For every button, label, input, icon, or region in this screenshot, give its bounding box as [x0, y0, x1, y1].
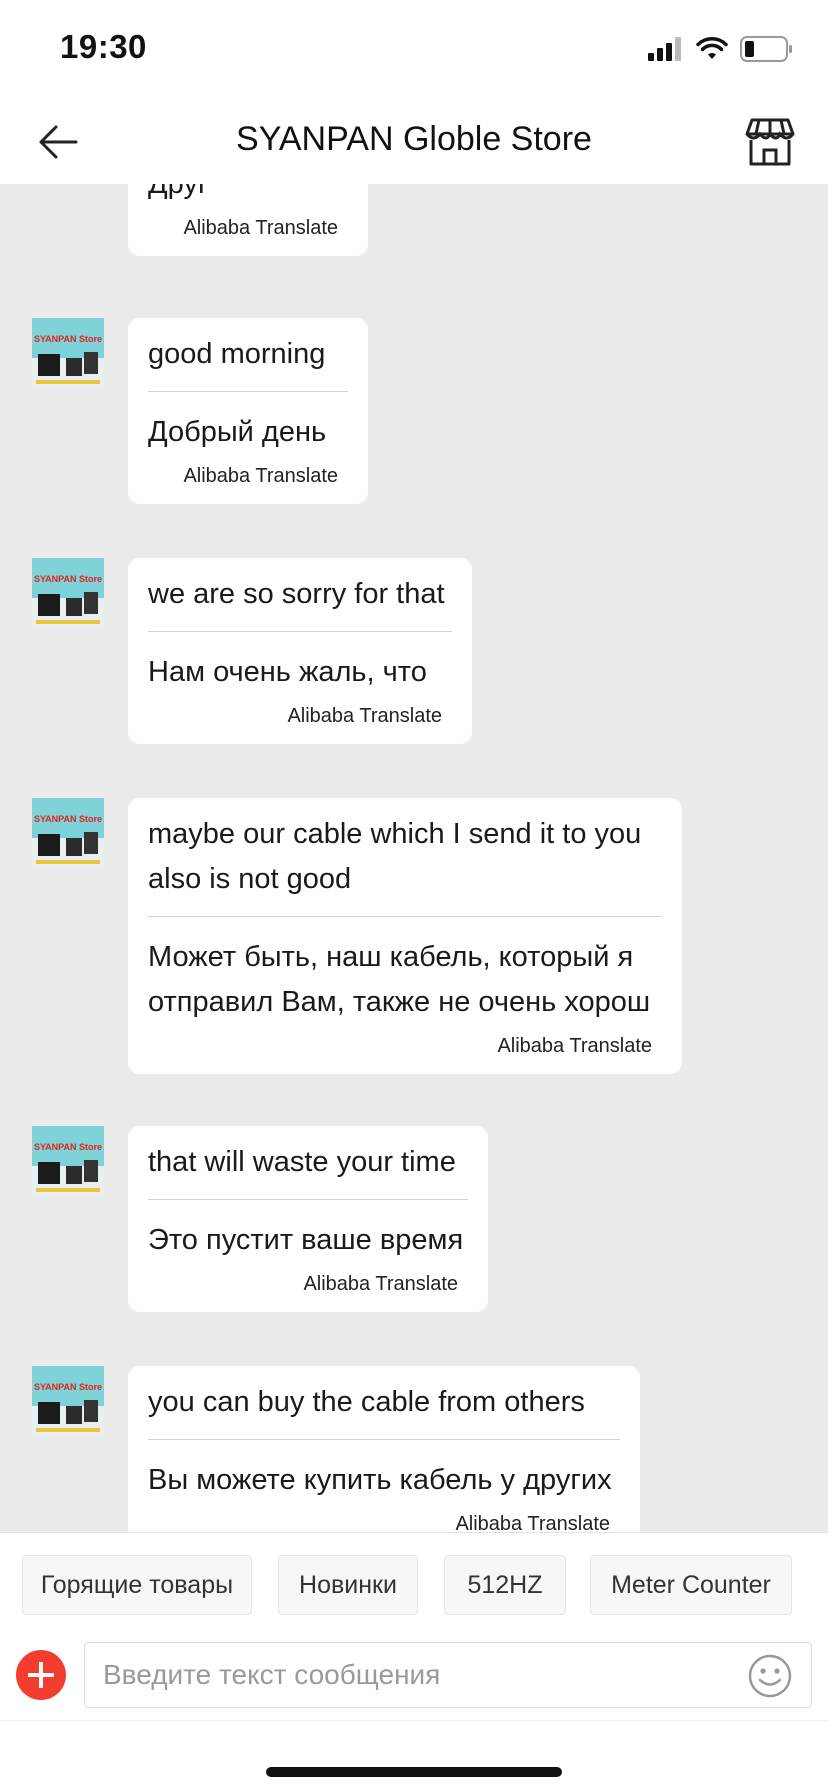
home-indicator[interactable]	[266, 1767, 562, 1777]
nav-bar: SYANPAN Globle Store	[0, 100, 828, 184]
avatar[interactable]: SYANPAN Store	[32, 558, 104, 630]
quick-reply-new-arrivals[interactable]: Новинки	[278, 1555, 418, 1615]
message-bubble: you can buy the cable from others Вы мож…	[128, 1366, 640, 1532]
store-button[interactable]	[744, 116, 796, 168]
message-translation: Это пустит ваше время	[148, 1224, 464, 1256]
quick-reply-meter-counter[interactable]: Meter Counter	[590, 1555, 792, 1615]
quick-reply-512hz[interactable]: 512HZ	[444, 1555, 566, 1615]
avatar[interactable]: SYANPAN Store	[32, 1366, 104, 1438]
storefront-icon	[745, 118, 795, 166]
message-bubble: good morning Добрый день Alibaba Transla…	[128, 318, 368, 504]
message-bubble: Друг Alibaba Translate	[128, 184, 368, 256]
translate-label: Alibaba Translate	[287, 705, 442, 727]
translate-label: Alibaba Translate	[183, 217, 338, 239]
translate-label: Alibaba Translate	[455, 1513, 610, 1532]
home-area	[0, 1720, 828, 1792]
page-title: SYANPAN Globle Store	[236, 120, 592, 158]
status-time: 19:30	[60, 28, 147, 65]
message-translation: Добрый день	[148, 416, 327, 448]
battery-icon	[740, 36, 792, 62]
message-original: you can buy the cable from others	[148, 1366, 620, 1440]
status-icons	[648, 36, 794, 62]
message-original: good morning	[148, 318, 348, 392]
signal-icon	[648, 37, 681, 61]
message-input-box[interactable]	[84, 1642, 812, 1708]
translate-label: Alibaba Translate	[497, 1035, 652, 1057]
svg-text:SYANPAN Store: SYANPAN Store	[34, 574, 102, 584]
svg-text:SYANPAN Store: SYANPAN Store	[34, 1142, 102, 1152]
message-translation: Вы можете купить кабель у других	[148, 1464, 612, 1496]
svg-text:SYANPAN Store: SYANPAN Store	[34, 1382, 102, 1392]
message-bubble: that will waste your time Это пустит ваш…	[128, 1126, 488, 1312]
message-input[interactable]	[103, 1653, 723, 1697]
smiley-icon[interactable]	[747, 1653, 793, 1699]
message-original: maybe our cable which I send it to you a…	[148, 798, 662, 917]
message-translation: Друг	[148, 184, 209, 200]
avatar[interactable]: SYANPAN Store	[32, 798, 104, 870]
message-original: we are so sorry for that	[148, 558, 452, 632]
chat-area[interactable]: Друг Alibaba Translate SYANPAN Store goo…	[0, 184, 828, 1532]
message-translation: Может быть, наш кабель, который я отправ…	[148, 941, 651, 1018]
translate-label: Alibaba Translate	[183, 465, 338, 487]
quick-reply-hot-products[interactable]: Горящие товары	[22, 1555, 252, 1615]
avatar[interactable]: SYANPAN Store	[32, 1126, 104, 1198]
wifi-icon	[696, 37, 728, 59]
translate-label: Alibaba Translate	[303, 1273, 458, 1295]
plus-circle-icon[interactable]	[16, 1650, 66, 1700]
message-translation: Нам очень жаль, что	[148, 656, 427, 688]
svg-text:SYANPAN Store: SYANPAN Store	[34, 814, 102, 824]
composer	[0, 1620, 828, 1720]
message-bubble: we are so sorry for that Нам очень жаль,…	[128, 558, 472, 744]
quick-reply-bar: Горящие товары Новинки 512HZ Meter Count…	[0, 1532, 828, 1620]
status-bar: 19:30	[0, 0, 828, 100]
svg-text:SYANPAN Store: SYANPAN Store	[34, 334, 102, 344]
message-original: that will waste your time	[148, 1126, 468, 1200]
message-bubble: maybe our cable which I send it to you a…	[128, 798, 682, 1074]
avatar[interactable]: SYANPAN Store	[32, 318, 104, 390]
